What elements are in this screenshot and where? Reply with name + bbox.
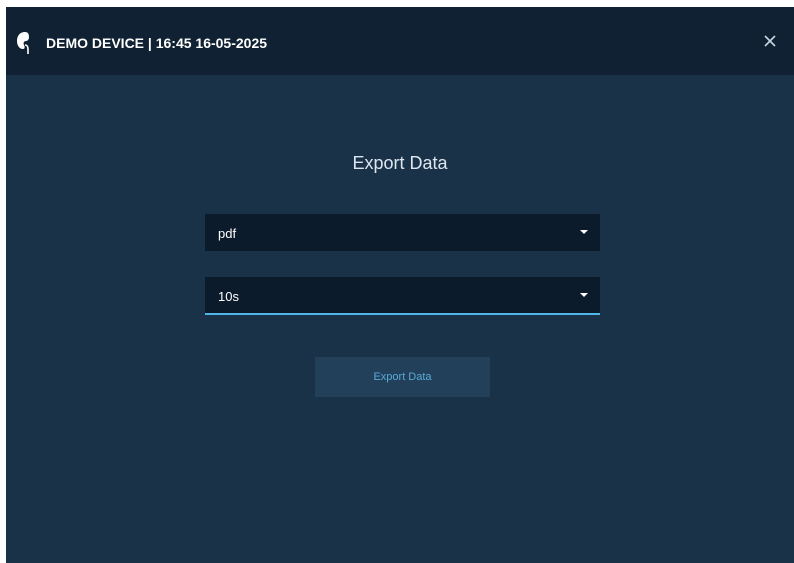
caret-down-icon xyxy=(580,230,588,234)
title-bar: DEMO DEVICE | 16:45 16-05-2025 xyxy=(6,7,794,75)
export-data-button[interactable]: Export Data xyxy=(315,357,490,397)
close-icon[interactable] xyxy=(760,31,780,51)
window-title: DEMO DEVICE | 16:45 16-05-2025 xyxy=(46,35,268,51)
app-window: DEMO DEVICE | 16:45 16-05-2025 Export Da… xyxy=(6,7,794,563)
export-duration-value: 10s xyxy=(218,289,239,304)
export-format-select[interactable]: pdf xyxy=(205,214,600,251)
export-format-value: pdf xyxy=(218,226,237,241)
export-duration-select[interactable]: 10s xyxy=(205,277,600,315)
caret-down-icon xyxy=(580,293,588,297)
dialog-heading: Export Data xyxy=(352,153,448,173)
kidney-icon xyxy=(16,31,34,55)
